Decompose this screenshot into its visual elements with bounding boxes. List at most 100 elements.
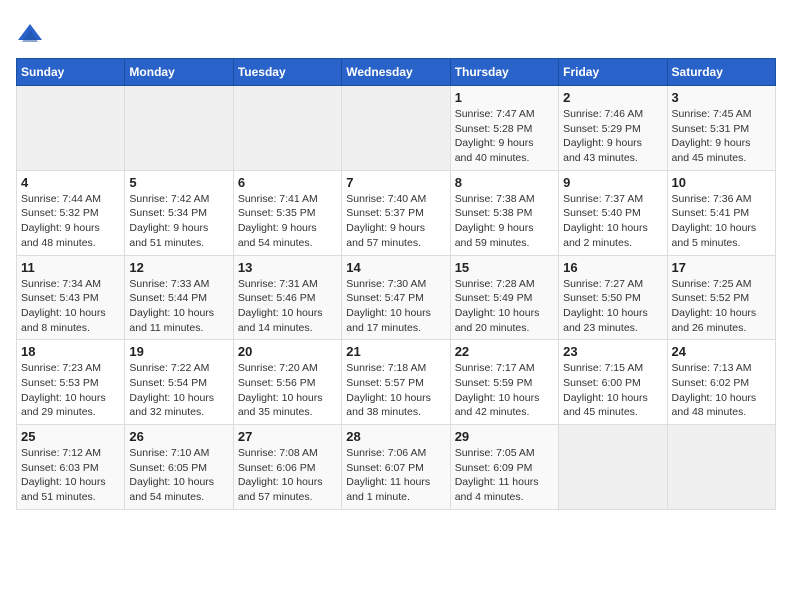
calendar-cell: 3 Sunrise: 7:45 AM Sunset: 5:31 PM Daylig… <box>667 86 775 171</box>
day-info: Sunrise: 7:34 AM Sunset: 5:43 PM Dayligh… <box>21 277 120 336</box>
day-info: Sunrise: 7:46 AM Sunset: 5:29 PM Dayligh… <box>563 107 662 166</box>
day-info: Sunrise: 7:36 AM Sunset: 5:41 PM Dayligh… <box>672 192 771 251</box>
calendar-cell <box>17 86 125 171</box>
day-number: 20 <box>238 344 337 359</box>
calendar-cell: 21 Sunrise: 7:18 AM Sunset: 5:57 PM Dayli… <box>342 340 450 425</box>
calendar-cell: 24Sunrise: 7:13 AM Sunset: 6:02 PM Dayli… <box>667 340 775 425</box>
day-number: 8 <box>455 175 554 190</box>
day-info: Sunrise: 7:15 AM Sunset: 6:00 PM Dayligh… <box>563 361 662 420</box>
day-number: 10 <box>672 175 771 190</box>
weekday-header: Wednesday <box>342 59 450 86</box>
calendar-cell: 9 Sunrise: 7:37 AM Sunset: 5:40 PM Daylig… <box>559 170 667 255</box>
day-info: Sunrise: 7:20 AM Sunset: 5:56 PM Dayligh… <box>238 361 337 420</box>
weekday-header: Sunday <box>17 59 125 86</box>
day-info: Sunrise: 7:17 AM Sunset: 5:59 PM Dayligh… <box>455 361 554 420</box>
day-info: Sunrise: 7:13 AM Sunset: 6:02 PM Dayligh… <box>672 361 771 420</box>
day-info: Sunrise: 7:23 AM Sunset: 5:53 PM Dayligh… <box>21 361 120 420</box>
calendar-cell: 18 Sunrise: 7:23 AM Sunset: 5:53 PM Dayli… <box>17 340 125 425</box>
calendar-cell: 11 Sunrise: 7:34 AM Sunset: 5:43 PM Dayli… <box>17 255 125 340</box>
day-info: Sunrise: 7:22 AM Sunset: 5:54 PM Dayligh… <box>129 361 228 420</box>
calendar-cell <box>559 425 667 510</box>
logo-icon <box>16 20 44 48</box>
day-number: 11 <box>21 260 120 275</box>
day-info: Sunrise: 7:28 AM Sunset: 5:49 PM Dayligh… <box>455 277 554 336</box>
day-number: 21 <box>346 344 445 359</box>
calendar-cell: 10 Sunrise: 7:36 AM Sunset: 5:41 PM Dayli… <box>667 170 775 255</box>
calendar-cell: 27 Sunrise: 7:08 AM Sunset: 6:06 PM Dayli… <box>233 425 341 510</box>
calendar-week-row: 11 Sunrise: 7:34 AM Sunset: 5:43 PM Dayli… <box>17 255 776 340</box>
calendar-cell: 15 Sunrise: 7:28 AM Sunset: 5:49 PM Dayli… <box>450 255 558 340</box>
calendar-cell: 5 Sunrise: 7:42 AM Sunset: 5:34 PM Daylig… <box>125 170 233 255</box>
day-number: 17 <box>672 260 771 275</box>
calendar-cell <box>125 86 233 171</box>
day-info: Sunrise: 7:38 AM Sunset: 5:38 PM Dayligh… <box>455 192 554 251</box>
day-number: 26 <box>129 429 228 444</box>
day-number: 23 <box>563 344 662 359</box>
weekday-header: Thursday <box>450 59 558 86</box>
calendar-cell: 22Sunrise: 7:17 AM Sunset: 5:59 PM Dayli… <box>450 340 558 425</box>
day-info: Sunrise: 7:25 AM Sunset: 5:52 PM Dayligh… <box>672 277 771 336</box>
calendar-body: 1Sunrise: 7:47 AM Sunset: 5:28 PM Daylig… <box>17 86 776 510</box>
day-number: 16 <box>563 260 662 275</box>
calendar-week-row: 4 Sunrise: 7:44 AM Sunset: 5:32 PM Daylig… <box>17 170 776 255</box>
calendar-cell <box>233 86 341 171</box>
calendar-cell: 17 Sunrise: 7:25 AM Sunset: 5:52 PM Dayli… <box>667 255 775 340</box>
day-number: 29 <box>455 429 554 444</box>
calendar-cell <box>342 86 450 171</box>
day-number: 15 <box>455 260 554 275</box>
calendar-cell: 20 Sunrise: 7:20 AM Sunset: 5:56 PM Dayli… <box>233 340 341 425</box>
calendar-cell: 25 Sunrise: 7:12 AM Sunset: 6:03 PM Dayli… <box>17 425 125 510</box>
day-number: 2 <box>563 90 662 105</box>
weekday-header: Friday <box>559 59 667 86</box>
day-info: Sunrise: 7:40 AM Sunset: 5:37 PM Dayligh… <box>346 192 445 251</box>
calendar-week-row: 1Sunrise: 7:47 AM Sunset: 5:28 PM Daylig… <box>17 86 776 171</box>
page-header <box>16 16 776 48</box>
calendar-table: SundayMondayTuesdayWednesdayThursdayFrid… <box>16 58 776 510</box>
calendar-cell: 19 Sunrise: 7:22 AM Sunset: 5:54 PM Dayli… <box>125 340 233 425</box>
calendar-cell: 13 Sunrise: 7:31 AM Sunset: 5:46 PM Dayli… <box>233 255 341 340</box>
day-info: Sunrise: 7:44 AM Sunset: 5:32 PM Dayligh… <box>21 192 120 251</box>
day-info: Sunrise: 7:33 AM Sunset: 5:44 PM Dayligh… <box>129 277 228 336</box>
day-info: Sunrise: 7:08 AM Sunset: 6:06 PM Dayligh… <box>238 446 337 505</box>
day-number: 12 <box>129 260 228 275</box>
day-number: 13 <box>238 260 337 275</box>
day-number: 28 <box>346 429 445 444</box>
calendar-cell: 7 Sunrise: 7:40 AM Sunset: 5:37 PM Daylig… <box>342 170 450 255</box>
day-info: Sunrise: 7:37 AM Sunset: 5:40 PM Dayligh… <box>563 192 662 251</box>
day-info: Sunrise: 7:27 AM Sunset: 5:50 PM Dayligh… <box>563 277 662 336</box>
day-info: Sunrise: 7:05 AM Sunset: 6:09 PM Dayligh… <box>455 446 554 505</box>
calendar-cell: 1Sunrise: 7:47 AM Sunset: 5:28 PM Daylig… <box>450 86 558 171</box>
day-number: 9 <box>563 175 662 190</box>
calendar-cell: 23 Sunrise: 7:15 AM Sunset: 6:00 PM Dayli… <box>559 340 667 425</box>
weekday-header: Monday <box>125 59 233 86</box>
weekday-header: Saturday <box>667 59 775 86</box>
day-info: Sunrise: 7:10 AM Sunset: 6:05 PM Dayligh… <box>129 446 228 505</box>
day-number: 25 <box>21 429 120 444</box>
day-number: 5 <box>129 175 228 190</box>
day-number: 4 <box>21 175 120 190</box>
day-info: Sunrise: 7:12 AM Sunset: 6:03 PM Dayligh… <box>21 446 120 505</box>
day-number: 7 <box>346 175 445 190</box>
calendar-cell: 8 Sunrise: 7:38 AM Sunset: 5:38 PM Daylig… <box>450 170 558 255</box>
weekday-header-row: SundayMondayTuesdayWednesdayThursdayFrid… <box>17 59 776 86</box>
day-number: 14 <box>346 260 445 275</box>
day-number: 19 <box>129 344 228 359</box>
calendar-cell: 6Sunrise: 7:41 AM Sunset: 5:35 PM Daylig… <box>233 170 341 255</box>
day-info: Sunrise: 7:18 AM Sunset: 5:57 PM Dayligh… <box>346 361 445 420</box>
calendar-cell: 14 Sunrise: 7:30 AM Sunset: 5:47 PM Dayli… <box>342 255 450 340</box>
calendar-cell: 26 Sunrise: 7:10 AM Sunset: 6:05 PM Dayli… <box>125 425 233 510</box>
calendar-cell <box>667 425 775 510</box>
calendar-header: SundayMondayTuesdayWednesdayThursdayFrid… <box>17 59 776 86</box>
logo <box>16 16 48 48</box>
calendar-cell: 12 Sunrise: 7:33 AM Sunset: 5:44 PM Dayli… <box>125 255 233 340</box>
day-info: Sunrise: 7:31 AM Sunset: 5:46 PM Dayligh… <box>238 277 337 336</box>
calendar-week-row: 18 Sunrise: 7:23 AM Sunset: 5:53 PM Dayli… <box>17 340 776 425</box>
day-info: Sunrise: 7:30 AM Sunset: 5:47 PM Dayligh… <box>346 277 445 336</box>
calendar-cell: 28Sunrise: 7:06 AM Sunset: 6:07 PM Dayli… <box>342 425 450 510</box>
day-number: 3 <box>672 90 771 105</box>
day-info: Sunrise: 7:42 AM Sunset: 5:34 PM Dayligh… <box>129 192 228 251</box>
day-number: 18 <box>21 344 120 359</box>
day-number: 27 <box>238 429 337 444</box>
day-info: Sunrise: 7:45 AM Sunset: 5:31 PM Dayligh… <box>672 107 771 166</box>
day-info: Sunrise: 7:47 AM Sunset: 5:28 PM Dayligh… <box>455 107 554 166</box>
